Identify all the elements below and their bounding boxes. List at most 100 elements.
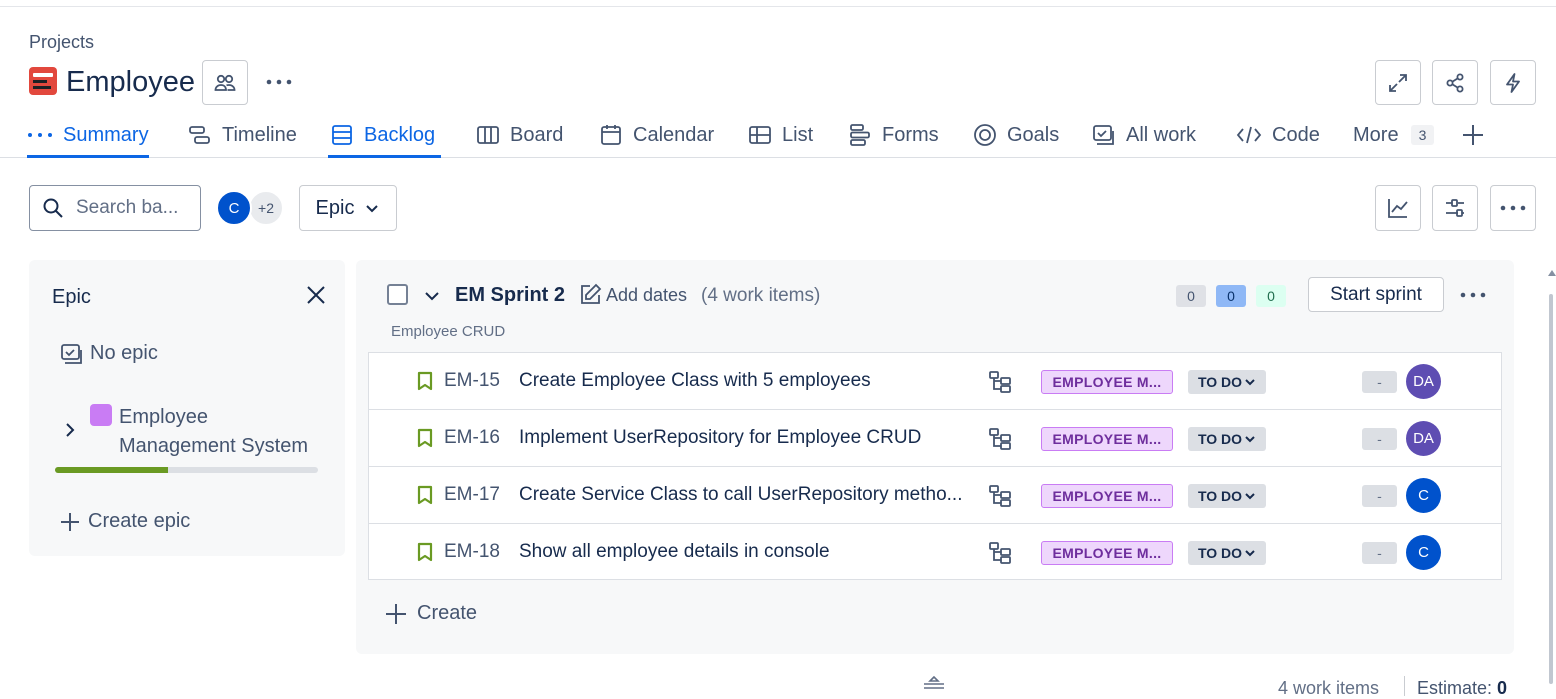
tab-more[interactable]: More 3 — [1353, 114, 1435, 156]
tab-timeline[interactable]: Timeline — [188, 114, 297, 156]
issue-summary[interactable]: Create Service Class to call UserReposit… — [519, 484, 974, 506]
status-label: TO DO — [1197, 488, 1243, 504]
create-issue-button[interactable]: Create — [385, 602, 477, 625]
child-issues-icon[interactable] — [989, 371, 1011, 393]
search-input[interactable] — [74, 196, 184, 220]
resize-handle[interactable] — [922, 675, 946, 691]
status-dropdown[interactable]: TO DO — [1188, 427, 1266, 451]
child-issues-icon[interactable] — [989, 485, 1011, 507]
status-label: TO DO — [1197, 374, 1243, 390]
insights-button[interactable] — [1375, 185, 1421, 231]
table-row[interactable]: EM-17 Create Service Class to call UserRe… — [369, 467, 1501, 524]
epic-lozenge[interactable]: EMPLOYEE M... — [1041, 370, 1173, 394]
close-epic-panel-button[interactable] — [302, 281, 330, 309]
sprint-name[interactable]: EM Sprint 2 — [455, 284, 565, 307]
tab-all-work[interactable]: All work — [1092, 114, 1196, 156]
assignee-avatar[interactable]: C — [1406, 535, 1441, 570]
status-label: TO DO — [1197, 545, 1243, 561]
tab-forms[interactable]: Forms — [848, 114, 939, 156]
tab-list[interactable]: List — [748, 114, 813, 156]
dots-icon — [28, 133, 52, 137]
issue-key[interactable]: EM-15 — [444, 370, 500, 392]
add-dates-label: Add dates — [606, 284, 688, 305]
estimate-badge[interactable]: - — [1362, 542, 1397, 564]
assignee-avatar[interactable]: DA — [1406, 364, 1441, 399]
tab-label: Code — [1272, 123, 1320, 146]
in-progress-points-badge: 0 — [1216, 285, 1246, 307]
tab-calendar[interactable]: Calendar — [599, 114, 714, 156]
search-field[interactable] — [29, 185, 201, 231]
tab-label: Goals — [1007, 123, 1060, 146]
story-icon — [417, 371, 433, 391]
share-button[interactable] — [1432, 60, 1478, 105]
more-count-badge: 3 — [1410, 125, 1435, 145]
forms-icon — [850, 124, 870, 146]
sprint-select-checkbox[interactable] — [387, 284, 408, 305]
expand-icon — [1389, 73, 1407, 92]
page-scrollbar[interactable] — [1548, 266, 1556, 691]
tab-code[interactable]: Code — [1236, 114, 1320, 156]
epic-lozenge[interactable]: EMPLOYEE M... — [1041, 541, 1173, 565]
status-dropdown[interactable]: TO DO — [1188, 484, 1266, 508]
issue-key[interactable]: EM-18 — [444, 541, 500, 563]
search-icon — [43, 198, 63, 218]
project-more-button[interactable] — [262, 66, 296, 98]
issue-summary[interactable]: Implement UserRepository for Employee CR… — [519, 427, 974, 449]
status-dropdown[interactable]: TO DO — [1188, 370, 1266, 394]
epic-lozenge[interactable]: EMPLOYEE M... — [1041, 484, 1173, 508]
table-row[interactable]: EM-18 Show all employee details in consol… — [369, 524, 1501, 581]
assignee-avatar[interactable]: C — [1406, 478, 1441, 513]
more-icon — [266, 79, 292, 85]
tab-backlog[interactable]: Backlog — [328, 114, 442, 158]
view-settings-button[interactable] — [1432, 185, 1478, 231]
code-icon — [1236, 126, 1262, 144]
avatar-filter[interactable]: C — [216, 190, 252, 226]
plus-icon — [386, 603, 406, 624]
no-epic-item[interactable]: No epic — [60, 342, 158, 365]
plus-icon — [61, 512, 79, 531]
top-divider — [0, 6, 1556, 7]
status-dropdown[interactable]: TO DO — [1188, 541, 1266, 565]
add-tab-button[interactable] — [1461, 114, 1485, 156]
table-row[interactable]: EM-15 Create Employee Class with 5 employ… — [369, 353, 1501, 410]
child-issues-icon[interactable] — [989, 542, 1011, 564]
expand-epic-button[interactable] — [60, 420, 80, 440]
add-dates-button[interactable]: Add dates — [578, 283, 687, 307]
backlog-more-button[interactable] — [1490, 185, 1536, 231]
collapse-sprint-button[interactable] — [423, 287, 441, 305]
table-row[interactable]: EM-16 Implement UserRepository for Employ… — [369, 410, 1501, 467]
chevron-down-icon — [1245, 493, 1255, 500]
epic-item-name[interactable]: Employee Management System — [119, 403, 329, 461]
tab-label: Calendar — [633, 123, 715, 146]
status-label: TO DO — [1197, 431, 1243, 447]
issue-summary[interactable]: Show all employee details in console — [519, 541, 974, 563]
tab-label: All work — [1126, 123, 1197, 146]
chevron-down-icon — [1245, 379, 1255, 386]
epic-lozenge[interactable]: EMPLOYEE M... — [1041, 427, 1173, 451]
issue-key[interactable]: EM-17 — [444, 484, 500, 506]
create-epic-button[interactable]: Create epic — [60, 510, 190, 533]
backlog-estimate: Estimate: 0 — [1417, 678, 1507, 699]
start-sprint-button[interactable]: Start sprint — [1308, 277, 1444, 312]
tab-label: List — [782, 123, 814, 146]
breadcrumb[interactable]: Projects — [29, 32, 94, 53]
estimate-badge[interactable]: - — [1362, 485, 1397, 507]
issue-summary[interactable]: Create Employee Class with 5 employees — [519, 370, 974, 392]
tab-summary[interactable]: Summary — [27, 114, 149, 158]
chevron-down-icon — [366, 205, 379, 213]
estimate-badge[interactable]: - — [1362, 371, 1397, 393]
backlog-item-count: 4 work items — [1278, 678, 1380, 698]
estimate-badge[interactable]: - — [1362, 428, 1397, 450]
fullscreen-button[interactable] — [1375, 60, 1421, 105]
assignee-avatar[interactable]: DA — [1406, 421, 1441, 456]
tab-goals[interactable]: Goals — [973, 114, 1059, 156]
child-issues-icon[interactable] — [989, 428, 1011, 450]
sprint-more-button[interactable] — [1456, 282, 1490, 308]
tab-board[interactable]: Board — [476, 114, 563, 156]
automation-button[interactable] — [1490, 60, 1536, 105]
team-button[interactable] — [202, 60, 248, 105]
epic-filter-dropdown[interactable]: Epic — [299, 185, 397, 231]
issue-key[interactable]: EM-16 — [444, 427, 500, 449]
epic-filter-label: Epic — [315, 196, 355, 219]
more-avatars-button[interactable]: +2 — [248, 190, 284, 226]
